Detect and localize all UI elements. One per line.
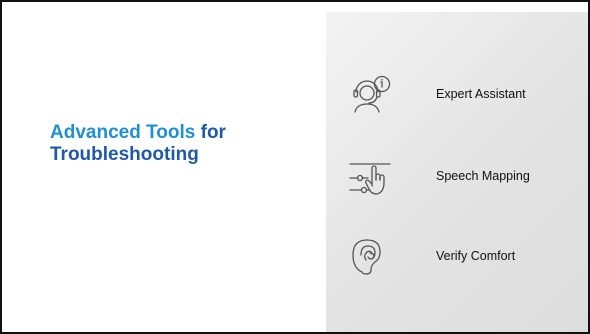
slide-title: Advanced Tools for Troubleshooting bbox=[50, 122, 300, 166]
feature-label-verify-comfort: Verify Comfort bbox=[436, 249, 516, 263]
feature-label-speech-mapping: Speech Mapping bbox=[436, 169, 530, 183]
feature-label-expert-assistant: Expert Assistant bbox=[436, 87, 526, 101]
feature-speech-mapping: Speech Mapping bbox=[348, 156, 588, 196]
title-highlight: Advanced Tools bbox=[50, 122, 196, 143]
feature-verify-comfort: Verify Comfort bbox=[348, 236, 588, 276]
feature-expert-assistant: Expert Assistant bbox=[348, 74, 588, 114]
features-panel: Expert Assistant Speech Mapping Verify C… bbox=[326, 12, 588, 332]
slider-hand-icon bbox=[349, 163, 391, 195]
ear-icon bbox=[352, 239, 381, 275]
support-agent-icon bbox=[353, 75, 391, 113]
slide: Advanced Tools for Troubleshooting Exper… bbox=[0, 0, 590, 334]
